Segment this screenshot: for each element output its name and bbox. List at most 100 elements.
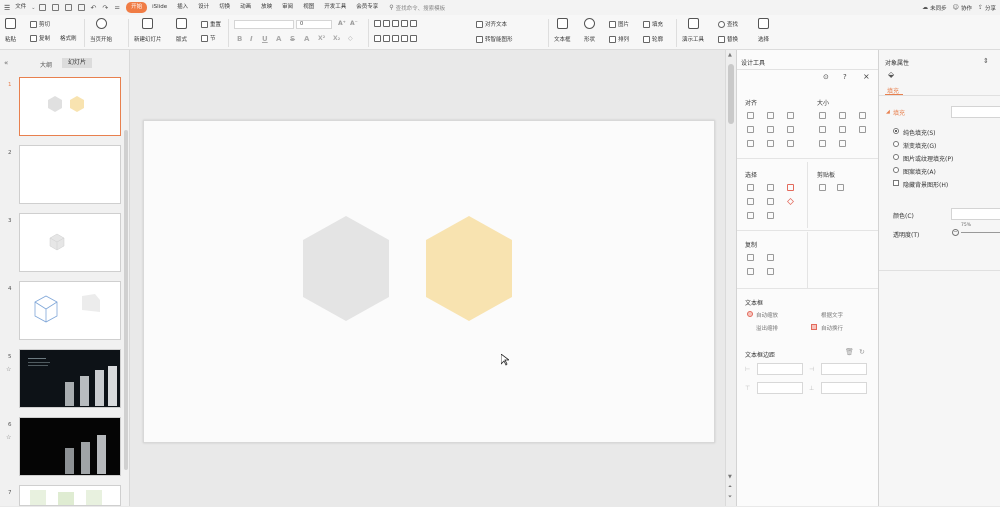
slide-thumbnail-1[interactable] <box>19 77 121 136</box>
margin-left-input[interactable] <box>757 363 803 375</box>
file-menu[interactable]: 文件 <box>10 2 31 13</box>
next-slide-icon[interactable]: ⏷ <box>728 494 732 500</box>
trash-icon[interactable]: 🗑 <box>845 348 854 356</box>
transparency-slider-track[interactable] <box>961 232 1000 233</box>
cut-icon[interactable] <box>819 184 826 191</box>
strikethrough-icon[interactable]: S <box>290 35 295 43</box>
distribute-horizontal-icon[interactable] <box>747 140 754 147</box>
layout-button[interactable]: 版式 <box>176 18 187 43</box>
pin-icon[interactable]: ⇕ <box>983 57 989 65</box>
tab-slideshow[interactable]: 放映 <box>256 2 277 13</box>
paste-button[interactable]: 粘贴 <box>5 18 16 43</box>
slide-thumbnail-3[interactable] <box>19 213 121 272</box>
color-picker[interactable] <box>951 208 1000 220</box>
fit-to-text-label[interactable]: 根据文字 <box>821 311 843 319</box>
auto-fit-radio[interactable] <box>747 311 753 317</box>
tab-animation[interactable]: 动画 <box>235 2 256 13</box>
tab-islide[interactable]: iSlide <box>147 2 172 13</box>
reset-button[interactable]: 重置 <box>201 20 221 28</box>
align-top-icon[interactable] <box>747 126 754 133</box>
find-button[interactable]: 查找 <box>718 20 738 28</box>
margin-bottom-input[interactable] <box>821 382 867 394</box>
prev-slide-icon[interactable]: ⏶ <box>728 484 732 490</box>
picture-fill-radio[interactable] <box>893 154 899 160</box>
refresh-icon[interactable]: ↻ <box>859 348 865 356</box>
tab-outline[interactable]: 大纲 <box>40 60 52 69</box>
undo-icon[interactable]: ↶ <box>91 4 97 12</box>
paragraph-align-group[interactable] <box>374 35 419 42</box>
copy-position-icon[interactable] <box>747 268 754 275</box>
select-all-icon[interactable] <box>747 184 754 191</box>
current-slide[interactable] <box>143 120 715 443</box>
size-left-icon[interactable] <box>819 126 826 133</box>
select-shape-icon[interactable] <box>767 198 774 205</box>
font-color-icon[interactable]: A <box>276 35 281 43</box>
fill-section-title[interactable]: 填充 <box>893 108 905 117</box>
slide-thumbnail-5[interactable] <box>19 349 121 408</box>
chevron-down-icon[interactable]: ⌄ <box>31 5 35 11</box>
margin-right-input[interactable] <box>821 363 867 375</box>
superscript-icon[interactable]: X² <box>318 35 325 42</box>
shrink-font-icon[interactable]: A⁻ <box>350 20 358 27</box>
grow-font-icon[interactable]: A⁺ <box>338 20 346 27</box>
more-icon[interactable]: = <box>114 4 120 12</box>
print-preview-icon[interactable] <box>51 4 59 11</box>
hide-background-checkbox[interactable] <box>893 180 899 186</box>
print-icon[interactable] <box>64 4 72 11</box>
settings-icon[interactable]: ⊙ <box>823 73 829 81</box>
present-tools-button[interactable]: 演示工具 <box>682 18 704 43</box>
align-right-icon[interactable] <box>787 112 794 119</box>
same-width-icon[interactable] <box>819 112 826 119</box>
tab-insert[interactable]: 插入 <box>172 2 193 13</box>
tab-design[interactable]: 设计 <box>193 2 214 13</box>
help-icon[interactable]: ? <box>843 73 847 81</box>
cut-button[interactable]: 剪切 <box>30 20 50 28</box>
copy-all-icon[interactable] <box>767 268 774 275</box>
select-text-icon[interactable] <box>747 198 754 205</box>
align-bottom-icon[interactable] <box>787 126 794 133</box>
canvas-scrollbar[interactable]: ▲ ▼ ⏶ ⏷ <box>725 50 736 506</box>
cloud-icon[interactable]: ☁ <box>922 4 928 11</box>
picture-button[interactable]: 图片 <box>609 20 629 28</box>
search-input[interactable]: 查找命令、搜索模板 <box>396 4 446 12</box>
margin-top-input[interactable] <box>757 382 803 394</box>
collab-button[interactable]: 协作 <box>961 4 972 12</box>
copy-icon[interactable] <box>837 184 844 191</box>
auto-wrap-checkbox[interactable] <box>811 324 817 330</box>
slide-thumbnail-6[interactable] <box>19 417 121 476</box>
fill-type-select[interactable] <box>951 106 1000 118</box>
distribute-vertical-icon[interactable] <box>767 140 774 147</box>
copy-size-icon[interactable] <box>767 254 774 261</box>
thumbnail-scrollbar[interactable] <box>124 130 128 470</box>
export-pdf-icon[interactable] <box>77 4 85 11</box>
italic-icon[interactable]: I <box>250 35 253 43</box>
tab-member[interactable]: 会员专享 <box>351 2 383 13</box>
replace-button[interactable]: 替换 <box>718 35 738 43</box>
scroll-down-icon[interactable]: ▼ <box>728 474 732 480</box>
share-button[interactable]: 分享 <box>985 4 996 12</box>
format-painter-button[interactable]: 格式刷 <box>60 34 77 42</box>
tab-developer[interactable]: 开发工具 <box>319 2 351 13</box>
same-height-icon[interactable] <box>839 112 846 119</box>
fill-bucket-icon[interactable]: ⬙ <box>888 70 894 79</box>
save-icon[interactable] <box>38 4 46 11</box>
select-same-icon[interactable] <box>767 184 774 191</box>
select-below-icon[interactable] <box>747 212 754 219</box>
size-bottom-icon[interactable] <box>839 140 846 147</box>
align-left-icon[interactable] <box>747 112 754 119</box>
font-size-select[interactable]: 0 <box>296 20 332 29</box>
copy-button[interactable]: 复制 <box>30 34 50 42</box>
same-size-icon[interactable] <box>859 112 866 119</box>
pattern-fill-radio[interactable] <box>893 167 899 173</box>
shrink-overflow-label[interactable]: 溢出缩排 <box>756 324 778 332</box>
tab-home[interactable]: 开始 <box>126 2 148 13</box>
tab-view[interactable]: 视图 <box>298 2 319 13</box>
align-middle-icon[interactable] <box>767 126 774 133</box>
size-right-icon[interactable] <box>859 126 866 133</box>
clear-format-icon[interactable]: ◇ <box>348 35 353 42</box>
new-slide-button[interactable]: 新建幻灯片 <box>134 18 162 43</box>
close-icon[interactable]: × <box>863 72 870 81</box>
outline-button[interactable]: 轮廓 <box>643 35 663 43</box>
text-box-button[interactable]: 文本框 <box>554 18 571 43</box>
align-text-button[interactable]: 对齐文本 <box>476 20 507 28</box>
